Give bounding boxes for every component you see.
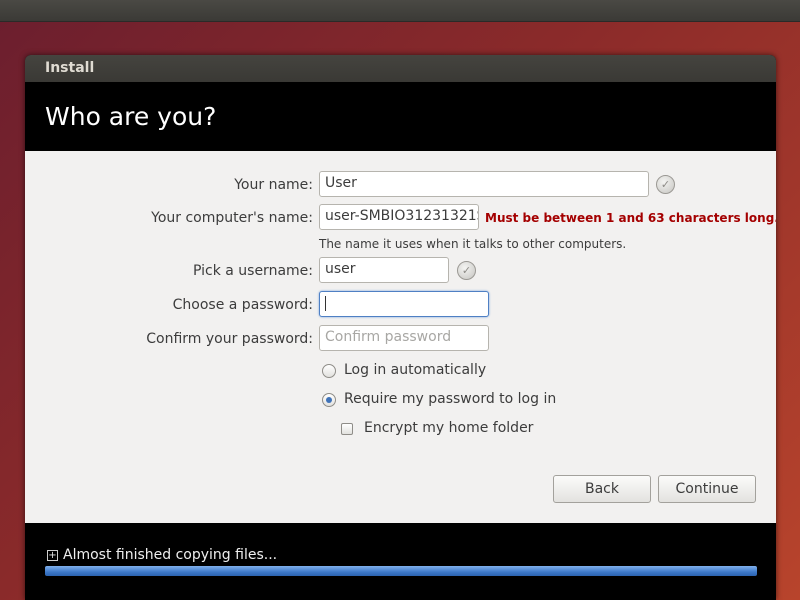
computer-name-error: Must be between 1 and 63 characters long…: [485, 211, 776, 225]
name-label: Your name:: [234, 177, 313, 193]
installer-window: Install Who are you? Your name: User ✓ Y…: [25, 55, 776, 600]
login-automatically-label[interactable]: Log in automatically: [344, 362, 486, 378]
computer-name-hint: The name it uses when it talks to other …: [319, 237, 627, 251]
progress-bar-fill: [45, 566, 757, 576]
top-panel: [0, 0, 800, 22]
page-heading: Who are you?: [25, 82, 776, 151]
text-cursor: [325, 295, 326, 311]
progress-footer: + Almost finished copying files...: [25, 523, 776, 600]
require-password-label[interactable]: Require my password to log in: [344, 391, 556, 407]
encrypt-home-checkbox[interactable]: [341, 423, 353, 435]
name-field[interactable]: User: [319, 171, 649, 197]
encrypt-home-label[interactable]: Encrypt my home folder: [364, 420, 533, 436]
confirm-password-label: Confirm your password:: [146, 331, 313, 347]
username-checkmark-icon: ✓: [457, 261, 476, 280]
computer-name-label: Your computer's name:: [151, 210, 313, 226]
progress-bar: [45, 566, 757, 576]
password-field[interactable]: [319, 291, 489, 317]
form-area: Your name: User ✓ Your computer's name: …: [25, 151, 776, 523]
confirm-password-field[interactable]: Confirm password: [319, 325, 489, 351]
plus-square-icon[interactable]: +: [47, 550, 58, 561]
back-button[interactable]: Back: [553, 475, 651, 503]
progress-status: Almost finished copying files...: [63, 547, 278, 563]
password-label: Choose a password:: [172, 297, 313, 313]
username-field[interactable]: user: [319, 257, 449, 283]
continue-button[interactable]: Continue: [658, 475, 756, 503]
computer-name-field[interactable]: user-SMBIO31231321S: [319, 204, 479, 230]
name-checkmark-icon: ✓: [656, 175, 675, 194]
window-title: Install: [25, 55, 776, 82]
login-automatically-radio[interactable]: [322, 364, 336, 378]
require-password-radio[interactable]: [322, 393, 336, 407]
username-label: Pick a username:: [192, 263, 313, 279]
